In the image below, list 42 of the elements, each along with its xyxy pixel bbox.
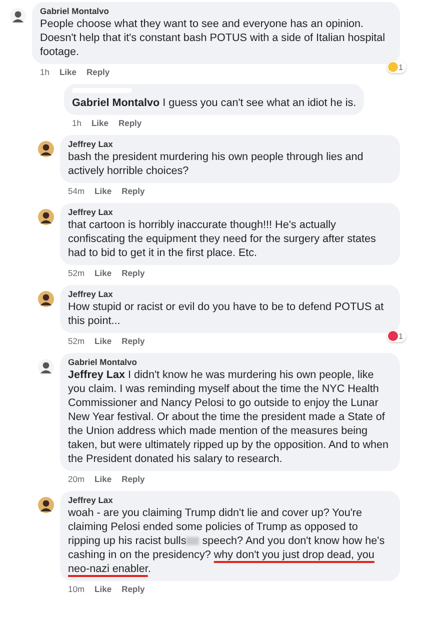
comment-text: bash the president murdering his own people through lies and actively horrible choices?	[68, 150, 364, 178]
like-link[interactable]: Like	[91, 118, 108, 128]
comment-text: woah - are you claiming Trump didn't lie and cover up? You're claiming Pelosi ended some policies of Trump as opposed to ripping up his racist bulls speech? And you don't know how he's cashing in on the presidency? why don't you just drop dead, you neo-nazi enabler.	[68, 506, 386, 576]
comment-text: that cartoon is horribly inaccurate though!!! He's actually confiscating the equipment they need for the surgery after states had to bid to get it in the first place. Etc.	[68, 218, 377, 260]
reply-link[interactable]: Reply	[122, 584, 145, 594]
author-name[interactable]: Jeffrey Lax	[68, 495, 392, 505]
avatar-icon[interactable]	[38, 209, 54, 225]
reply-link[interactable]: Reply	[86, 67, 110, 77]
reply-link[interactable]: Reply	[122, 186, 145, 196]
comment-text: How stupid or racist or evil do you have to be to defend POTUS at this point...	[68, 300, 385, 328]
timestamp[interactable]: 1h	[40, 67, 50, 77]
reply-link[interactable]: Reply	[122, 268, 145, 278]
reply-link[interactable]: Reply	[118, 118, 142, 128]
reply-link[interactable]: Reply	[122, 336, 145, 346]
comment-text: Jeffrey Lax I didn't know he was murdering his own people, like you claim. I was reminding myself about the time the NYC Health Commissioner and Nancy Pelosi to go outside to enjoy the Lunar New Year festival. Or about the time the president made a State of the Union address which made mention of the measures being taken, but were ultimately ripped up by the opposition. And to when the President donated his salary to research.	[68, 368, 390, 466]
reaction-badge[interactable]: 1	[386, 61, 406, 73]
like-link[interactable]: Like	[94, 186, 112, 196]
like-link[interactable]: Like	[59, 67, 76, 77]
avatar-icon[interactable]	[38, 141, 54, 157]
author-name[interactable]: Jeffrey Lax	[68, 139, 392, 149]
author-name[interactable]: Gabriel Montalvo	[40, 6, 392, 16]
timestamp[interactable]: 20m	[68, 474, 85, 484]
like-link[interactable]: Like	[94, 268, 112, 278]
like-link[interactable]: Like	[94, 336, 112, 346]
comment-text: Gabriel Montalvo I guess you can't see what an idiot he is.	[72, 96, 356, 110]
avatar-icon[interactable]	[38, 291, 54, 307]
timestamp[interactable]: 52m	[68, 268, 85, 278]
like-link[interactable]: Like	[94, 584, 112, 594]
timestamp[interactable]: 54m	[68, 186, 85, 196]
timestamp[interactable]: 52m	[68, 336, 85, 346]
avatar-icon[interactable]	[10, 8, 26, 24]
like-link[interactable]: Like	[94, 474, 112, 484]
avatar-icon[interactable]	[38, 497, 54, 513]
author-name[interactable]: Gabriel Montalvo	[68, 357, 392, 367]
comment-text: People choose what they want to see and everyone has an opinion. Doesn't help that it's constant bash POTUS with a side of Italian hospital footage.	[40, 17, 386, 59]
avatar-icon[interactable]	[38, 359, 54, 375]
reaction-badge[interactable]: 1	[386, 330, 406, 342]
author-name[interactable]: Jeffrey Lax	[68, 289, 392, 299]
timestamp[interactable]: 1h	[72, 118, 82, 128]
reply-link[interactable]: Reply	[122, 474, 145, 484]
timestamp[interactable]: 10m	[68, 584, 85, 594]
author-name[interactable]: Jeffrey Lax	[68, 207, 392, 217]
